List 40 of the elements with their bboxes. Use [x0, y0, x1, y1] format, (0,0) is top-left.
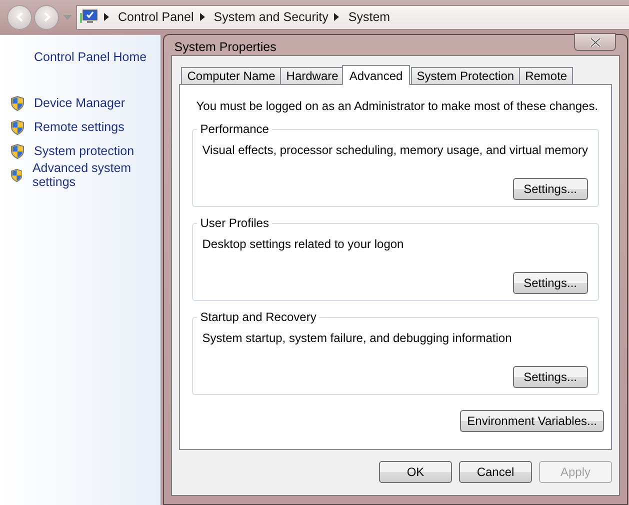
dialog-button[interactable]: OK: [379, 461, 452, 483]
shield-icon: [11, 168, 22, 182]
environment-variables-button[interactable]: Environment Variables...: [460, 410, 604, 432]
settings-button[interactable]: Settings...: [512, 178, 588, 200]
tab[interactable]: Advanced: [342, 65, 410, 85]
back-button[interactable]: [7, 4, 32, 30]
settings-button[interactable]: Settings...: [512, 272, 588, 294]
notice-text: You must be logged on as an Administrator to make most of these changes.: [196, 99, 599, 113]
group-title: Startup and Recovery: [197, 310, 320, 324]
chevron-icon[interactable]: [104, 13, 109, 21]
address-bar[interactable]: Control Panel System and Security System: [76, 4, 629, 30]
settings-button[interactable]: Settings...: [512, 366, 588, 388]
tab[interactable]: Computer Name: [181, 67, 282, 84]
sidebar-link[interactable]: System protection: [34, 144, 134, 158]
group-title: Performance: [197, 122, 272, 136]
window-title: System Properties: [173, 38, 276, 54]
breadcrumb-link[interactable]: Control Panel: [118, 10, 194, 24]
sidebar-link[interactable]: Device Manager: [34, 96, 126, 110]
shield-icon: [11, 120, 24, 134]
chevron-icon[interactable]: [334, 13, 340, 21]
dialog-button[interactable]: Cancel: [459, 461, 532, 483]
shield-icon: [11, 144, 24, 158]
group-description: Desktop settings related to your logon: [202, 237, 405, 251]
chevron-icon[interactable]: [200, 13, 205, 21]
breadcrumb-link[interactable]: System: [348, 10, 390, 24]
tab[interactable]: Hardware: [280, 67, 344, 84]
breadcrumb-link[interactable]: System and Security: [214, 10, 328, 24]
close-icon: [590, 38, 600, 46]
tab[interactable]: System Protection: [410, 67, 520, 84]
group-description: System startup, system failure, and debugging information: [202, 331, 513, 345]
close-button[interactable]: [574, 33, 616, 51]
group-title: User Profiles: [197, 216, 272, 230]
forward-button[interactable]: [34, 4, 59, 30]
sidebar-link[interactable]: Advanced system settings: [32, 161, 160, 189]
shield-icon: [11, 96, 24, 110]
sidebar-link[interactable]: Control Panel Home: [34, 50, 160, 64]
tab[interactable]: Remote: [519, 67, 574, 84]
computer-icon: [80, 9, 98, 25]
sidebar-link[interactable]: Remote settings: [34, 120, 124, 134]
group-description: Visual effects, processor scheduling, memory usage, and virtual memory: [202, 143, 588, 157]
